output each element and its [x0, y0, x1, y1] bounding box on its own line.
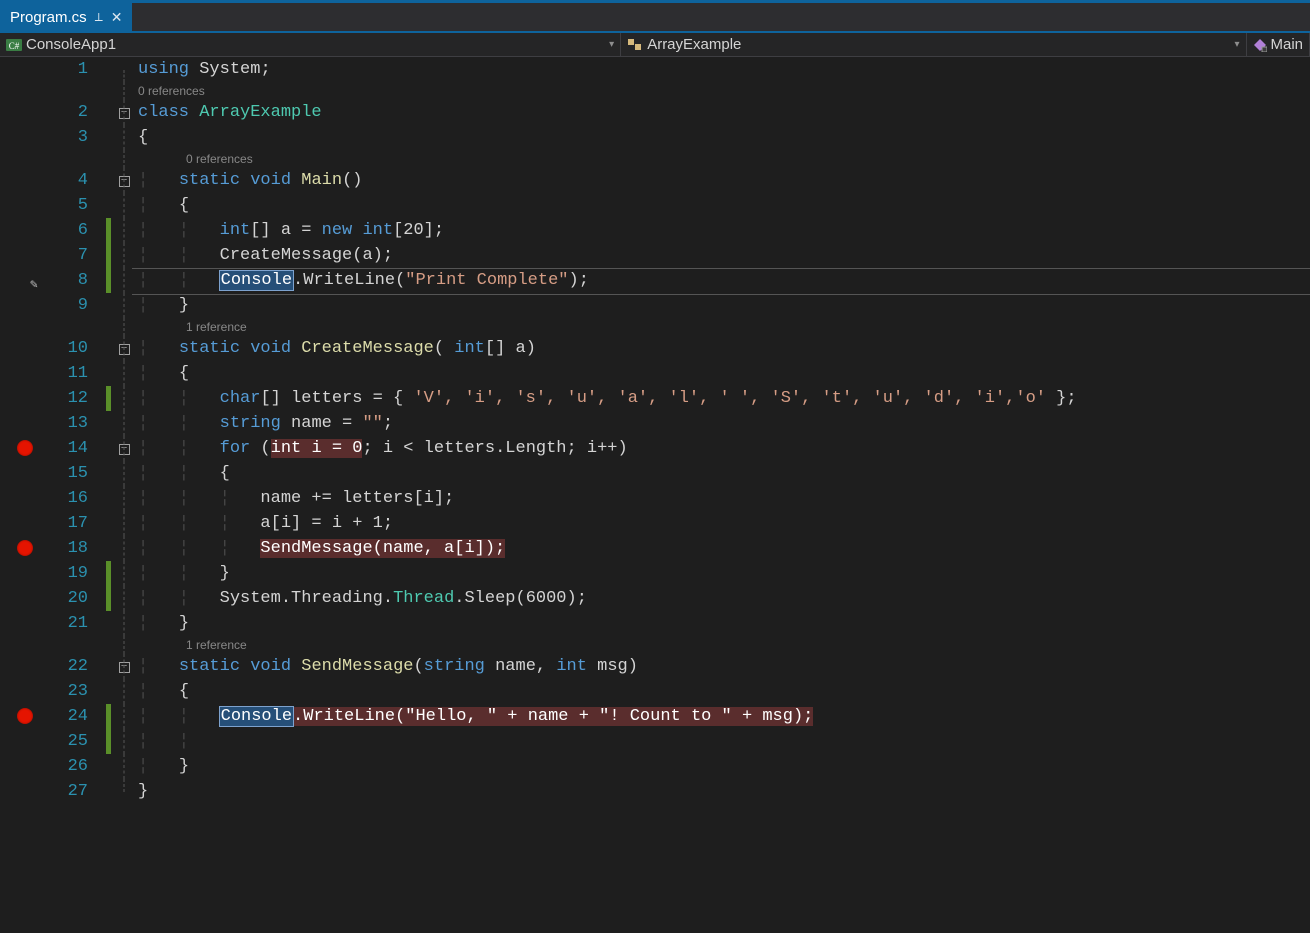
breakpoint-icon[interactable]: [17, 708, 33, 724]
line-number: 10: [50, 336, 104, 361]
svg-text:C#: C#: [9, 41, 20, 51]
fold-toggle[interactable]: −: [119, 662, 130, 673]
line-number: 22: [50, 654, 104, 679]
chevron-down-icon: ▾: [1226, 39, 1239, 50]
fold-toggle[interactable]: −: [119, 176, 130, 187]
nav-member-label: Main: [1271, 36, 1304, 53]
line-number: 19: [50, 561, 104, 586]
file-tab-title: Program.cs: [10, 9, 87, 26]
code-line[interactable]: ¦ ¦ CreateMessage(a);: [134, 243, 1310, 268]
line-number: 21: [50, 611, 104, 636]
code-line[interactable]: ¦ ¦ string name = "";: [134, 411, 1310, 436]
code-line[interactable]: ¦ static void CreateMessage( int[] a): [134, 336, 1310, 361]
line-number: 1: [50, 57, 104, 82]
code-line[interactable]: ¦ static void Main(): [134, 168, 1310, 193]
code-line[interactable]: ¦ ¦ Console.WriteLine("Print Complete");: [134, 268, 1310, 293]
line-number: 12: [50, 386, 104, 411]
nav-class-label: ArrayExample: [647, 36, 741, 53]
code-line[interactable]: ¦ {: [134, 193, 1310, 218]
fold-toggle[interactable]: −: [119, 108, 130, 119]
selected-word[interactable]: Console: [220, 271, 293, 290]
line-number: 4: [50, 168, 104, 193]
chevron-down-icon: ▾: [601, 39, 614, 50]
code-editor[interactable]: 1 using System; 0 references 2 − class A…: [0, 57, 1310, 931]
line-number: 6: [50, 218, 104, 243]
code-line[interactable]: }: [134, 779, 1310, 804]
file-tab[interactable]: Program.cs ⟂ ✕: [0, 3, 132, 31]
code-line[interactable]: ¦ static void SendMessage(string name, i…: [134, 654, 1310, 679]
nav-project-label: ConsoleApp1: [26, 36, 116, 53]
line-number: 5: [50, 193, 104, 218]
word-match: Console: [220, 707, 293, 726]
tab-strip: Program.cs ⟂ ✕: [0, 3, 1310, 33]
code-line[interactable]: ¦ ¦ ¦ name += letters[i];: [134, 486, 1310, 511]
class-icon: [627, 38, 643, 52]
line-number: 16: [50, 486, 104, 511]
code-line[interactable]: ¦ }: [134, 611, 1310, 636]
line-number: 14: [50, 436, 104, 461]
code-line[interactable]: ¦ ¦ for (int i = 0; i < letters.Length; …: [134, 436, 1310, 461]
code-line[interactable]: ¦ ¦: [134, 729, 1310, 754]
line-number: 25: [50, 729, 104, 754]
code-line[interactable]: {: [134, 125, 1310, 150]
codelens[interactable]: 0 references: [134, 150, 1310, 168]
code-line[interactable]: ¦ ¦ ¦ SendMessage(name, a[i]);: [134, 536, 1310, 561]
code-line[interactable]: using System;: [134, 57, 1310, 82]
line-number: 11: [50, 361, 104, 386]
line-number: 17: [50, 511, 104, 536]
line-number: 26: [50, 754, 104, 779]
line-number: 27: [50, 779, 104, 804]
line-number: 8: [50, 268, 104, 293]
codelens[interactable]: 1 reference: [134, 318, 1310, 336]
codelens[interactable]: 0 references: [134, 82, 1310, 100]
codelens[interactable]: 1 reference: [134, 636, 1310, 654]
line-number: 7: [50, 243, 104, 268]
line-number: 3: [50, 125, 104, 150]
code-line[interactable]: ¦ }: [134, 293, 1310, 318]
nav-member-dropdown[interactable]: Main: [1247, 33, 1310, 56]
code-line[interactable]: ¦ ¦ Console.WriteLine("Hello, " + name +…: [134, 704, 1310, 729]
code-line[interactable]: ¦ {: [134, 679, 1310, 704]
code-line[interactable]: ¦ ¦ ¦ a[i] = i + 1;: [134, 511, 1310, 536]
code-line[interactable]: ¦ ¦ char[] letters = { 'V', 'i', 's', 'u…: [134, 386, 1310, 411]
line-number: 9: [50, 293, 104, 318]
code-line[interactable]: ¦ ¦ {: [134, 461, 1310, 486]
line-number: 18: [50, 536, 104, 561]
line-number: 2: [50, 100, 104, 125]
csharp-icon: C#: [6, 38, 22, 52]
method-icon: [1253, 38, 1267, 52]
line-number: 15: [50, 461, 104, 486]
navigation-bar: C# ConsoleApp1 ▾ ArrayExample ▾ Main: [0, 33, 1310, 57]
pin-icon[interactable]: ⟂: [95, 10, 103, 25]
line-number: 24: [50, 704, 104, 729]
code-line[interactable]: class ArrayExample: [134, 100, 1310, 125]
line-number: 20: [50, 586, 104, 611]
nav-class-dropdown[interactable]: ArrayExample ▾: [621, 33, 1246, 56]
nav-project-dropdown[interactable]: C# ConsoleApp1 ▾: [0, 33, 621, 56]
code-line[interactable]: ¦ }: [134, 754, 1310, 779]
breakpoint-icon[interactable]: [17, 540, 33, 556]
fold-toggle[interactable]: −: [119, 344, 130, 355]
breakpoint-icon[interactable]: [17, 440, 33, 456]
code-line[interactable]: ¦ ¦ System.Threading.Thread.Sleep(6000);: [134, 586, 1310, 611]
close-icon[interactable]: ✕: [111, 9, 123, 26]
code-line[interactable]: ¦ ¦ int[] a = new int[20];: [134, 218, 1310, 243]
line-number: 23: [50, 679, 104, 704]
code-line[interactable]: ¦ {: [134, 361, 1310, 386]
fold-toggle[interactable]: −: [119, 444, 130, 455]
line-number: 13: [50, 411, 104, 436]
code-line[interactable]: ¦ ¦ }: [134, 561, 1310, 586]
